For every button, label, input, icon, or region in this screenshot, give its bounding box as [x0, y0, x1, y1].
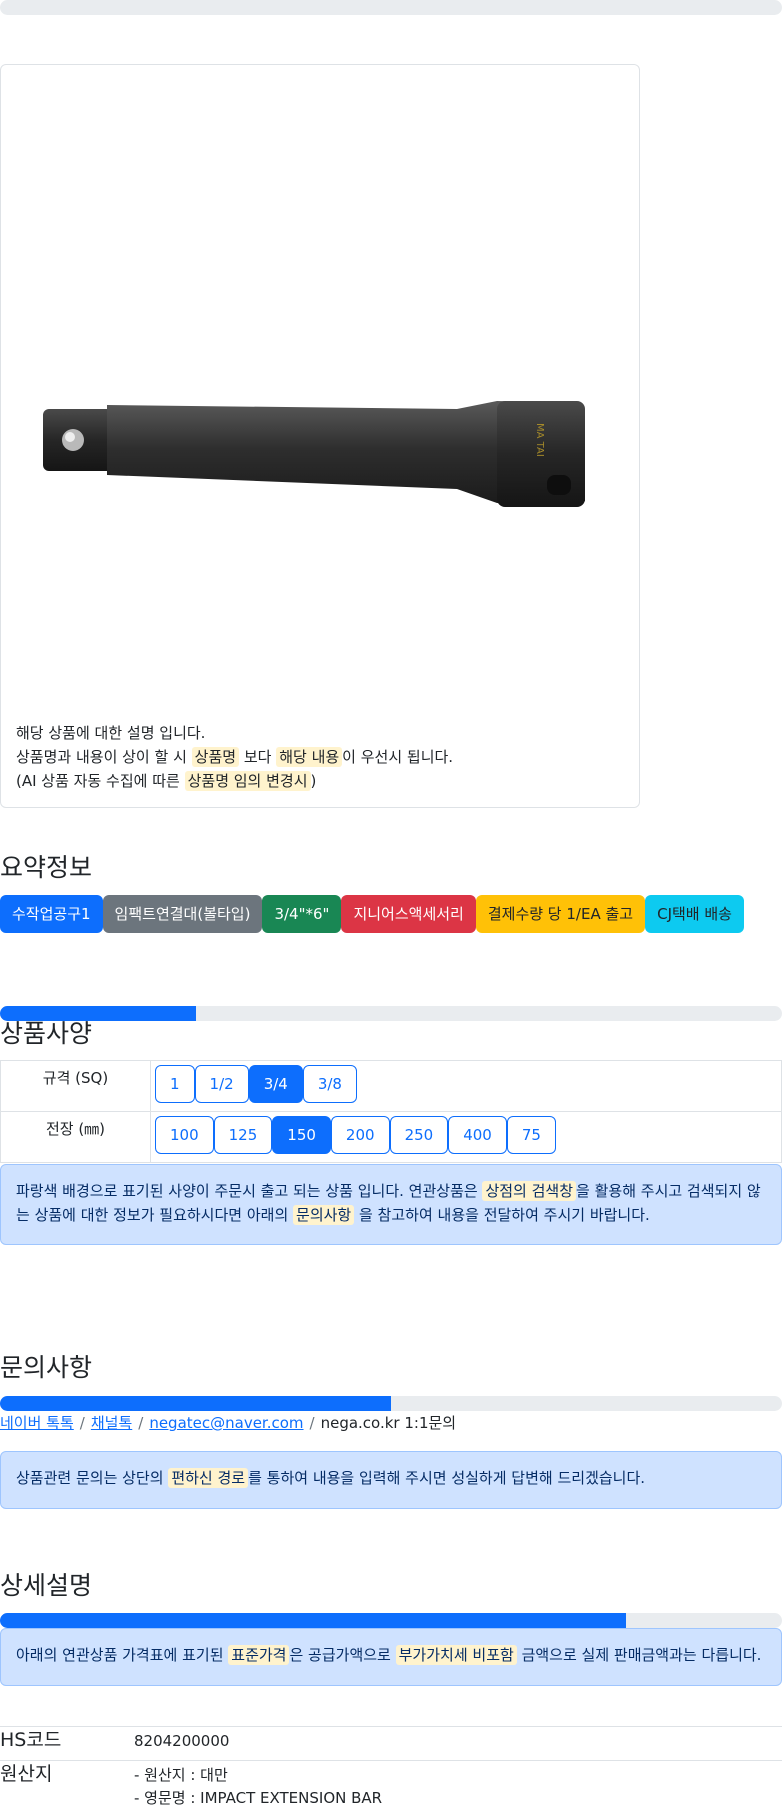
highlight-name-change: 상품명 임의 변경시 [184, 771, 311, 791]
notice-text: 금액으로 실제 판매금액과는 다릅니다. [516, 1646, 762, 1664]
product-card: MA TAI 해당 상품에 대한 설명 입니다. 상품명과 내용이 상이 할 시… [0, 64, 640, 808]
inquiry-notice: 상품관련 문의는 상단의 편하신 경로 를 통하여 내용을 입력해 주시면 성실하… [0, 1451, 782, 1509]
description-line-1: 해당 상품에 대한 설명 입니다. [16, 724, 206, 742]
option-sq-1-2[interactable]: 1/2 [194, 1065, 249, 1103]
link-separator: / [79, 1414, 85, 1432]
spec-label-length: 전장 (㎜) [0, 1111, 151, 1163]
option-length-75[interactable]: 75 [506, 1116, 556, 1154]
option-length-200[interactable]: 200 [330, 1116, 390, 1154]
origin-line-2: - 영문명 : IMPACT EXTENSION BAR [134, 1789, 383, 1807]
notice-text: 파랑색 배경으로 표기된 사양이 주문시 출고 되는 상품 입니다. 연관상품은 [16, 1182, 483, 1200]
link-email[interactable]: negatec@naver.com [149, 1414, 303, 1432]
notice-text: 아래의 연관상품 가격표에 표기된 [16, 1646, 229, 1664]
detail-progress-bar [0, 1613, 782, 1628]
highlight-vat-excluded: 부가가치세 비포함 [395, 1645, 517, 1665]
site-inquiry-text: nega.co.kr 1:1문의 [320, 1414, 457, 1432]
spec-label-sq: 규격 (SQ) [0, 1060, 151, 1112]
product-description: 해당 상품에 대한 설명 입니다. 상품명과 내용이 상이 할 시 상품명 보다… [16, 721, 626, 793]
highlight-preferred-channel: 편하신 경로 [168, 1468, 249, 1488]
description-text: 상품명과 내용이 상이 할 시 [16, 748, 192, 766]
notice-text: 을 참고하여 내용을 전달하여 주시기 바랍니다. [354, 1206, 650, 1224]
spec-options-length: 100 125 150 200 250 400 75 [150, 1111, 782, 1163]
option-length-100[interactable]: 100 [155, 1116, 214, 1154]
inquiry-links: 네이버 톡톡 / 채널톡 / negatec@naver.com / nega.co.kr … [0, 1412, 456, 1434]
link-separator: / [309, 1414, 315, 1432]
detail-notice: 아래의 연관상품 가격표에 표기된 표준가격 은 공급가액으로 부가가치세 비포함… [0, 1628, 782, 1686]
spec-options-sq: 1 1/2 3/4 3/8 [150, 1060, 782, 1112]
badge-brand: 지니어스액세서리 [341, 895, 476, 933]
summary-badges: 수작업공구1 임팩트연결대(볼타입) 3/4"*6" 지니어스액세서리 결제수량 당 1… [0, 895, 744, 933]
highlight-inquiry: 문의사항 [293, 1205, 355, 1225]
detail-progress-fill [0, 1613, 626, 1628]
option-length-400[interactable]: 400 [448, 1116, 507, 1154]
link-naver-talktalk[interactable]: 네이버 톡톡 [0, 1414, 74, 1432]
hs-label: HS코드 [0, 1729, 62, 1751]
option-sq-1[interactable]: 1 [155, 1065, 195, 1103]
origin-label: 원산지 [0, 1763, 53, 1785]
option-length-125[interactable]: 125 [213, 1116, 273, 1154]
spec-progress-bar [0, 1006, 782, 1021]
origin-row: 원산지 - 원산지 : 대만 - 영문명 : IMPACT EXTENSION … [0, 1760, 782, 1808]
top-progress-bar [0, 0, 782, 15]
highlight-standard-price: 표준가격 [228, 1645, 290, 1665]
description-text: (AI 상품 자동 수집에 따른 [16, 772, 185, 790]
description-line-3: (AI 상품 자동 수집에 따른 상품명 임의 변경시) [16, 769, 626, 793]
hs-row: HS코드 8204200000 [0, 1726, 782, 1760]
description-text: 이 우선시 됩니다. [342, 748, 454, 766]
badge-quantity: 결제수량 당 1/EA 출고 [475, 895, 646, 933]
badge-size: 3/4"*6" [262, 895, 342, 933]
highlight-content: 해당 내용 [276, 747, 343, 767]
badge-product-type: 임팩트연결대(볼타입) [102, 895, 263, 933]
description-text: ) [310, 772, 317, 790]
link-channel-talk[interactable]: 채널톡 [91, 1414, 132, 1432]
link-separator: / [138, 1414, 144, 1432]
detail-title: 상세설명 [0, 1571, 93, 1600]
option-length-250[interactable]: 250 [389, 1116, 449, 1154]
hs-value: 8204200000 [134, 1732, 230, 1750]
origin-line-1: - 원산지 : 대만 [134, 1766, 228, 1784]
highlight-search-box: 상점의 검색창 [482, 1181, 577, 1201]
option-sq-3-4[interactable]: 3/4 [248, 1065, 303, 1103]
inquiry-title: 문의사항 [0, 1353, 93, 1382]
spec-notice: 파랑색 배경으로 표기된 사양이 주문시 출고 되는 상품 입니다. 연관상품은… [0, 1164, 782, 1245]
inquiry-progress-bar [0, 1396, 782, 1411]
badge-category: 수작업공구1 [0, 895, 103, 933]
product-engraving: MA TAI [534, 423, 545, 457]
description-text: 보다 [239, 748, 277, 766]
badge-shipping: CJ택배 배송 [645, 895, 744, 933]
description-line-2: 상품명과 내용이 상이 할 시 상품명 보다 해당 내용 이 우선시 됩니다. [16, 745, 626, 769]
notice-text: 상품관련 문의는 상단의 [16, 1469, 169, 1487]
spec-title: 상품사양 [0, 1019, 93, 1048]
inquiry-progress-fill [0, 1396, 391, 1411]
option-sq-3-8[interactable]: 3/8 [302, 1065, 357, 1103]
product-image: MA TAI [43, 401, 585, 507]
notice-text: 은 공급가액으로 [289, 1646, 396, 1664]
notice-text: 를 통하여 내용을 입력해 주시면 성실하게 답변해 드리겠습니다. [248, 1469, 646, 1487]
spec-row-sq: 규격 (SQ) 1 1/2 3/4 3/8 [0, 1060, 782, 1112]
summary-title: 요약정보 [0, 853, 93, 882]
spec-table: 규격 (SQ) 1 1/2 3/4 3/8 전장 (㎜) 100 125 150 200 25… [0, 1060, 782, 1163]
highlight-product-name: 상품명 [191, 747, 240, 767]
option-length-150[interactable]: 150 [272, 1116, 331, 1154]
spec-row-length: 전장 (㎜) 100 125 150 200 250 400 75 [0, 1111, 782, 1163]
